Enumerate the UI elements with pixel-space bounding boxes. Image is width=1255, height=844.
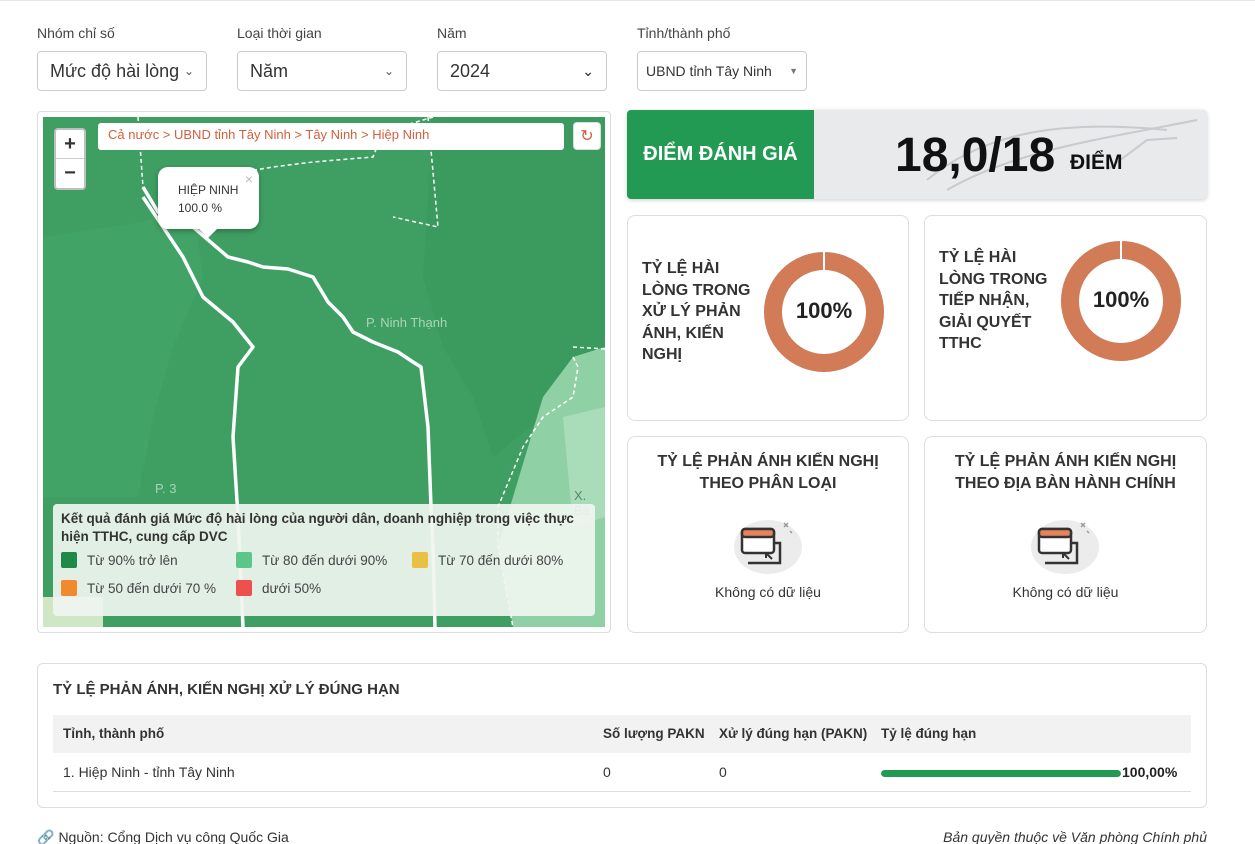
legend-item: Từ 80 đến dưới 90% (236, 552, 387, 568)
column-header[interactable]: Số lượng PAKN (603, 726, 705, 741)
cell-rate: 100,00% (1122, 764, 1178, 780)
rate-progress-bar (881, 770, 1121, 777)
chevron-down-icon: ⌄ (183, 64, 194, 78)
legend-swatch (412, 552, 428, 568)
table-header: Tỉnh, thành phố Số lượng PAKN Xử lý đúng… (53, 715, 1191, 753)
map-card: P. Ninh Thạnh P. 3 X. Bà + − Cả nước > U… (37, 111, 611, 633)
zoom-out-button[interactable]: − (56, 159, 84, 188)
popup-title: HIỆP NINH (178, 183, 239, 197)
column-header[interactable]: Xử lý đúng hạn (PAKN) (719, 726, 867, 741)
score-unit: ĐIỂM (1070, 151, 1123, 174)
score-label: ĐIỂM ĐÁNH GIÁ (627, 110, 814, 199)
filter-index-group: Nhóm chỉ số Mức độ hài lòng ⌄ (37, 25, 207, 91)
legend-swatch (236, 552, 252, 568)
map[interactable]: P. Ninh Thạnh P. 3 X. Bà + − Cả nước > U… (43, 117, 605, 627)
no-data-icon (1031, 520, 1099, 574)
source-text: Nguồn: Cổng Dịch vụ công Quốc Gia (58, 829, 289, 844)
card-title: TỶ LỆ PHẢN ÁNH KIẾN NGHỊ THEO PHÂN LOẠI (657, 453, 879, 492)
pakn-by-area-card: TỶ LỆ PHẢN ÁNH KIẾN NGHỊ THEO ĐỊA BÀN HÀ… (924, 436, 1207, 633)
legend-title: Kết quả đánh giá Mức độ hài lòng của ngư… (61, 511, 574, 544)
cell-ontime: 0 (719, 764, 727, 780)
copyright: Bản quyền thuộc về Văn phòng Chính phủ (943, 829, 1207, 844)
score-value: 18,0/18 (895, 129, 1056, 182)
empty-text: Không có dữ liệu (715, 584, 821, 600)
select-value: 2024 (450, 60, 491, 81)
card-title: TỶ LỆ PHẢN ÁNH KIẾN NGHỊ THEO ĐỊA BÀN HÀ… (954, 453, 1177, 492)
time-type-select[interactable]: Năm ⌄ (237, 51, 407, 91)
map-popup: HIỆP NINH 100.0 % × (158, 167, 259, 238)
donut-percent: 100% (1092, 287, 1150, 312)
select-value: UBND tỉnh Tây Ninh (646, 63, 772, 79)
legend-item: Từ 70 đến dưới 80% (412, 552, 563, 568)
rate-progress-fill (881, 770, 1121, 777)
score-banner: ĐIỂM ĐÁNH GIÁ 18,0/18 ĐIỂM (627, 110, 1207, 199)
column-header[interactable]: Tỷ lệ đúng hạn (881, 726, 976, 741)
column-header[interactable]: Tỉnh, thành phố (63, 726, 164, 741)
caret-down-icon: ▼ (789, 66, 798, 76)
table-title: TỶ LỆ PHẢN ÁNH, KIẾN NGHỊ XỬ LÝ ĐÚNG HẠN (53, 681, 400, 698)
select-value: Năm (250, 60, 289, 81)
link-icon: 🔗 (37, 829, 55, 844)
legend-swatch (61, 552, 77, 568)
popup-value: 100.0 % (178, 201, 223, 215)
index-group-select[interactable]: Mức độ hài lòng ⌄ (37, 51, 207, 91)
close-icon[interactable]: × (245, 171, 253, 187)
legend-label: Từ 90% trở lên (87, 552, 178, 568)
refresh-icon: ↻ (580, 128, 594, 145)
refresh-button[interactable]: ↻ (573, 122, 601, 150)
year-select[interactable]: 2024 ⌄ (437, 51, 607, 91)
cell-name: 1. Hiệp Ninh - tỉnh Tây Ninh (63, 764, 235, 780)
legend-label: Từ 80 đến dưới 90% (262, 552, 388, 568)
map-breadcrumb[interactable]: Cả nước > UBND tỉnh Tây Ninh > Tây Ninh … (98, 123, 564, 150)
ontime-table-card: TỶ LỆ PHẢN ÁNH, KIẾN NGHỊ XỬ LÝ ĐÚNG HẠN… (37, 663, 1207, 808)
map-zoom-control: + − (54, 128, 86, 190)
legend-items: Từ 90% trở lên Từ 80 đến dưới 90% Từ 70 … (61, 552, 587, 612)
source-link[interactable]: 🔗 Nguồn: Cổng Dịch vụ công Quốc Gia (37, 829, 289, 844)
filter-label: Loại thời gian (237, 25, 322, 41)
satisfaction-card-tthc: TỶ LỆ HÀI LÒNG TRONG TIẾP NHẬN, GIẢI QUY… (924, 215, 1207, 421)
legend-item: Từ 90% trở lên (61, 552, 178, 568)
chevron-down-icon: ⌄ (582, 62, 594, 79)
table-row[interactable]: 1. Hiệp Ninh - tỉnh Tây Ninh 0 0 100,00% (53, 754, 1191, 792)
card-title: TỶ LỆ HÀI LÒNG TRONG XỬ LÝ PHẢN ÁNH, KIẾ… (642, 260, 751, 363)
zoom-in-button[interactable]: + (56, 130, 84, 159)
legend-label: Từ 50 đến dưới 70 % (87, 580, 216, 596)
filter-label: Tỉnh/thành phố (637, 25, 731, 41)
cell-count: 0 (603, 764, 611, 780)
card-title: TỶ LỆ HÀI LÒNG TRONG TIẾP NHẬN, GIẢI QUY… (939, 249, 1048, 352)
map-place-label: P. 3 (155, 481, 177, 496)
province-select[interactable]: UBND tỉnh Tây Ninh ▼ (637, 51, 807, 91)
donut-percent: 100% (795, 298, 853, 323)
empty-text: Không có dữ liệu (1012, 584, 1119, 600)
legend-swatch (236, 580, 252, 596)
filter-time-type: Loại thời gian Năm ⌄ (237, 25, 407, 91)
select-value: Mức độ hài lòng (50, 60, 180, 81)
satisfaction-card-pakn: TỶ LỆ HÀI LÒNG TRONG XỬ LÝ PHẢN ÁNH, KIẾ… (627, 215, 909, 421)
map-place-label: P. Ninh Thạnh (366, 315, 448, 330)
filter-label: Năm (437, 25, 467, 41)
legend-label: Từ 70 đến dưới 80% (438, 552, 564, 568)
legend-swatch (61, 580, 77, 596)
no-data-icon (734, 520, 802, 574)
filter-year: Năm 2024 ⌄ (437, 25, 607, 91)
filter-label: Nhóm chỉ số (37, 25, 115, 41)
map-legend: Kết quả đánh giá Mức độ hài lòng của ngư… (53, 504, 595, 616)
pakn-by-category-card: TỶ LỆ PHẢN ÁNH KIẾN NGHỊ THEO PHÂN LOẠI … (627, 436, 909, 633)
legend-label: dưới 50% (262, 580, 322, 596)
chevron-down-icon: ⌄ (383, 64, 394, 78)
legend-item: Từ 50 đến dưới 70 % (61, 580, 216, 596)
legend-item: dưới 50% (236, 580, 321, 596)
filter-province: Tỉnh/thành phố UBND tỉnh Tây Ninh ▼ (637, 25, 807, 91)
filter-bar: Nhóm chỉ số Mức độ hài lòng ⌄ Loại thời … (37, 25, 817, 95)
